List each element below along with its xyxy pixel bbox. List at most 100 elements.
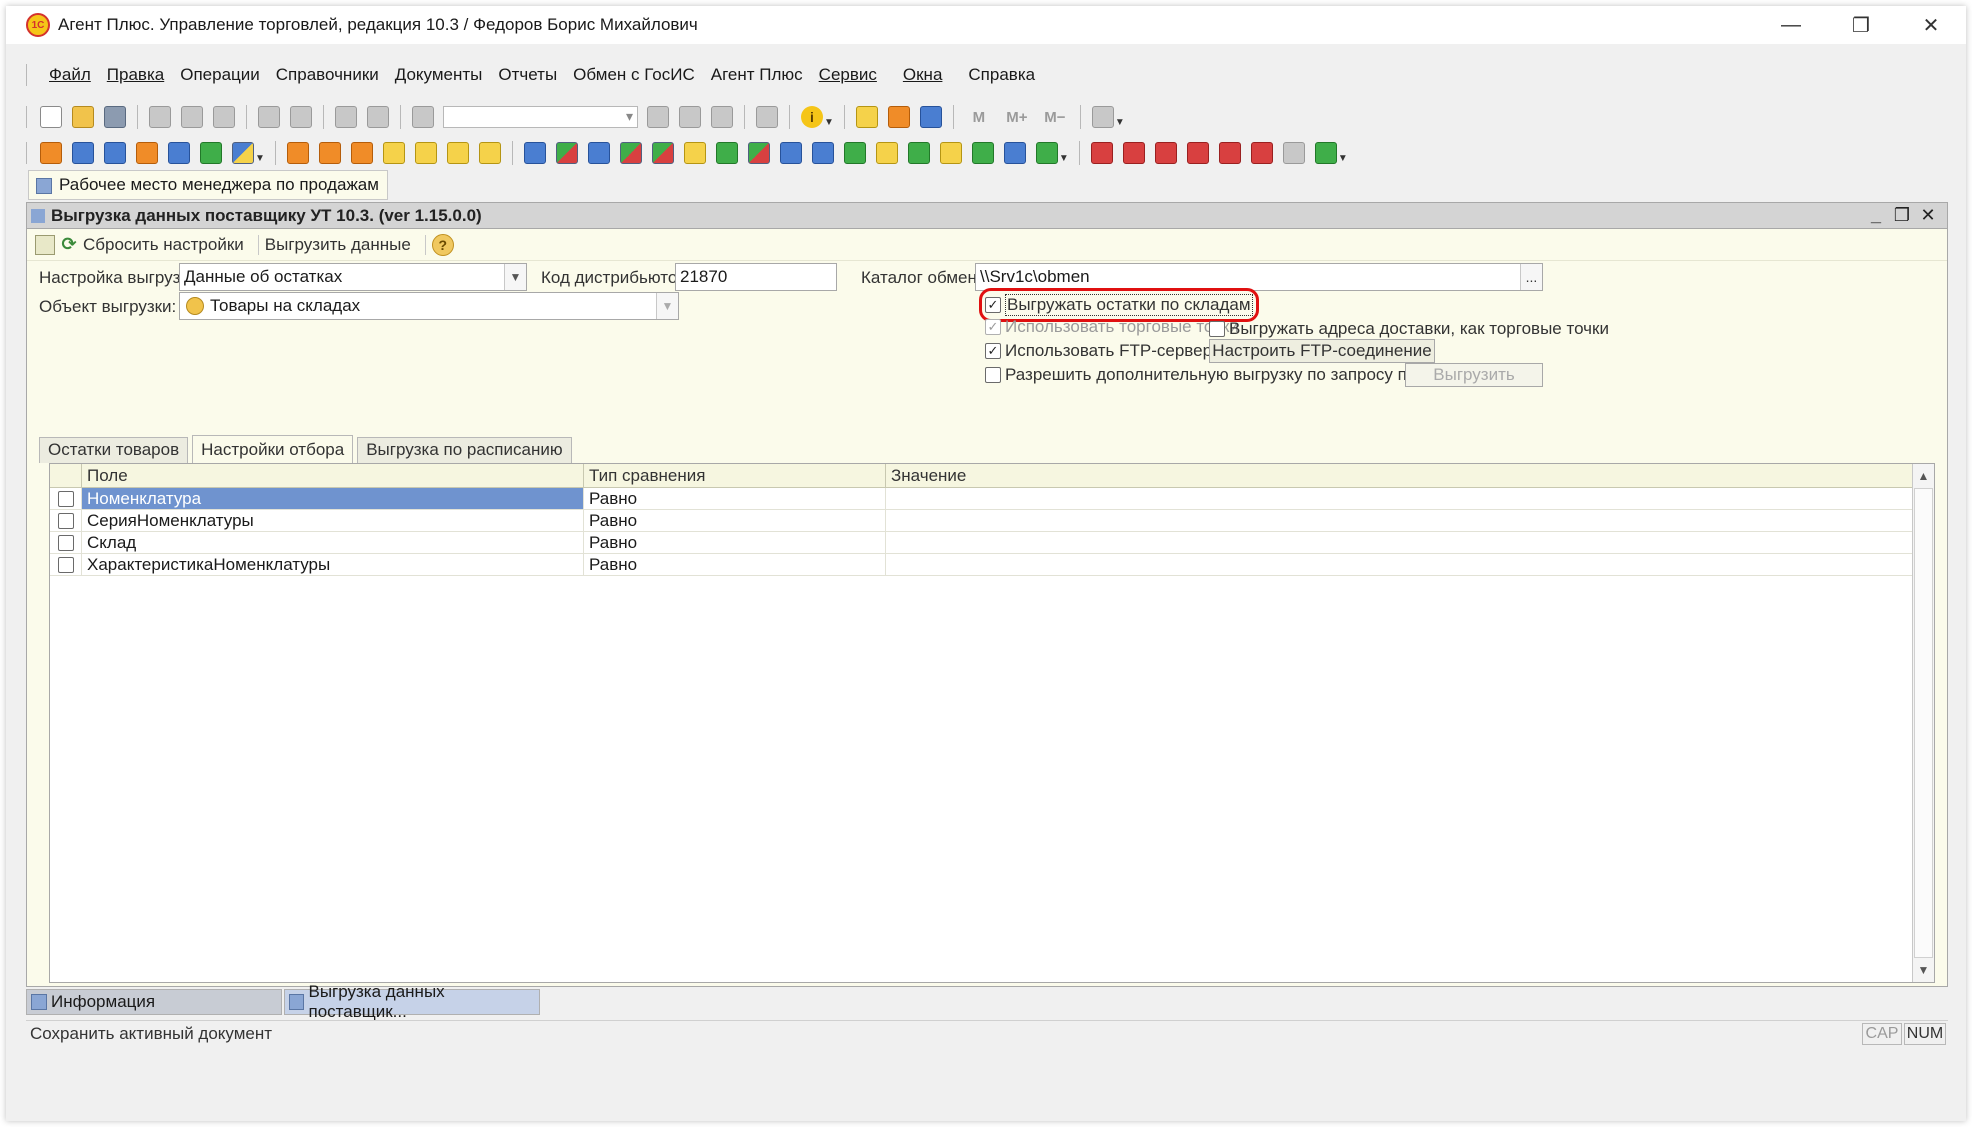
- menu-documents[interactable]: Документы: [387, 65, 491, 85]
- user-add-icon[interactable]: [318, 142, 341, 164]
- edit-icon[interactable]: [232, 142, 254, 164]
- menu-windows[interactable]: Окна: [895, 65, 951, 85]
- verify-icon[interactable]: [1314, 142, 1337, 164]
- return-icon[interactable]: [747, 142, 770, 164]
- print-icon[interactable]: [258, 106, 280, 128]
- info-dropdown-icon[interactable]: ▼: [824, 117, 834, 128]
- move-icon[interactable]: [619, 142, 642, 164]
- money-icon[interactable]: [478, 142, 501, 164]
- memory-m-icon[interactable]: M: [965, 106, 993, 128]
- table-row[interactable]: СерияНоменклатуры Равно: [50, 510, 1934, 532]
- window-tab-export[interactable]: Выгрузка данных поставщик...: [284, 982, 540, 1021]
- paste-icon[interactable]: [213, 106, 235, 128]
- memory-plus-icon[interactable]: M+: [1003, 106, 1031, 128]
- sum-table-icon[interactable]: [1218, 142, 1241, 164]
- export-button[interactable]: Выгрузить: [1405, 363, 1543, 387]
- register-icon[interactable]: [136, 142, 158, 164]
- delivery-addresses-checkbox[interactable]: Выгружать адреса доставки, как торговые …: [1209, 319, 1609, 339]
- report-dropdown-icon[interactable]: ▼: [1059, 153, 1069, 164]
- row-field[interactable]: Склад: [82, 532, 584, 553]
- scrollbar-thumb[interactable]: [1914, 488, 1933, 958]
- tab-stock-balances[interactable]: Остатки товаров: [39, 437, 189, 463]
- open-folder-icon[interactable]: [72, 106, 94, 128]
- use-ftp-checkbox[interactable]: ✓ Использовать FTP-сервер: [985, 341, 1212, 361]
- tab-filter-settings[interactable]: Настройки отбора: [192, 435, 354, 463]
- table-scrollbar[interactable]: ▲ ▼: [1912, 464, 1934, 982]
- coins-icon[interactable]: [382, 142, 405, 164]
- browse-button[interactable]: ...: [1520, 264, 1542, 290]
- percent-icon[interactable]: [971, 142, 994, 164]
- copy-icon[interactable]: [181, 106, 203, 128]
- verify-dropdown-icon[interactable]: ▼: [1338, 153, 1348, 164]
- menu-catalogs[interactable]: Справочники: [268, 65, 387, 85]
- exchange-icon[interactable]: [651, 142, 674, 164]
- header-comparison-type[interactable]: Тип сравнения: [584, 464, 886, 487]
- row-value[interactable]: [886, 488, 1914, 509]
- order-icon[interactable]: [523, 142, 546, 164]
- cash-icon[interactable]: [683, 142, 706, 164]
- report-icon[interactable]: [1035, 142, 1058, 164]
- client-icon[interactable]: [1003, 142, 1026, 164]
- sum-chart-icon[interactable]: [1186, 142, 1209, 164]
- distributor-code-input[interactable]: 21870: [675, 263, 837, 291]
- form-close-button[interactable]: ✕: [1915, 205, 1941, 226]
- menu-help[interactable]: Справка: [960, 65, 1043, 85]
- journal-icon[interactable]: [1282, 142, 1305, 164]
- row-checkbox[interactable]: [50, 488, 82, 509]
- store-icon[interactable]: [200, 142, 222, 164]
- header-field[interactable]: Поле: [82, 464, 584, 487]
- row-value[interactable]: [886, 510, 1914, 531]
- new-document-icon[interactable]: [40, 106, 62, 128]
- menu-gosis-exchange[interactable]: Обмен с ГосИС: [565, 65, 703, 85]
- row-field[interactable]: Номенклатура: [82, 488, 584, 509]
- find-previous-icon[interactable]: [711, 106, 733, 128]
- restore-button[interactable]: ❐: [1826, 6, 1896, 44]
- windows-icon[interactable]: [756, 106, 778, 128]
- tools-icon[interactable]: [1091, 106, 1114, 128]
- scroll-down-icon[interactable]: ▼: [1913, 958, 1934, 982]
- close-button[interactable]: ✕: [1896, 6, 1966, 44]
- search-icon[interactable]: [412, 106, 434, 128]
- calendar-icon[interactable]: [887, 106, 910, 128]
- ftp-setup-button[interactable]: Настроить FTP-соединение: [1209, 339, 1435, 363]
- toolbar-search-input[interactable]: [443, 106, 638, 128]
- redo-icon[interactable]: [367, 106, 389, 128]
- check-icon[interactable]: [907, 142, 930, 164]
- window-tab-information[interactable]: Информация: [26, 989, 282, 1015]
- transfer-icon[interactable]: [555, 142, 578, 164]
- payment-icon[interactable]: [939, 142, 962, 164]
- sales-report-icon[interactable]: [1154, 142, 1177, 164]
- info-icon[interactable]: i: [801, 106, 823, 128]
- export-settings-icon[interactable]: [35, 234, 55, 255]
- goods-list-icon[interactable]: [875, 142, 898, 164]
- cut-icon[interactable]: [149, 106, 171, 128]
- header-value[interactable]: Значение: [886, 464, 1914, 487]
- row-comparison[interactable]: Равно: [584, 554, 886, 575]
- form-minimize-button[interactable]: _: [1863, 205, 1889, 226]
- menu-file[interactable]: Файл: [41, 65, 99, 85]
- chevron-down-icon[interactable]: ▼: [504, 264, 526, 290]
- scroll-up-icon[interactable]: ▲: [1913, 464, 1934, 488]
- memory-minus-icon[interactable]: M−: [1041, 106, 1069, 128]
- setting-select[interactable]: Данные об остатках ▼: [179, 263, 527, 291]
- object-select[interactable]: Товары на складах ▼: [179, 292, 679, 320]
- row-checkbox[interactable]: [50, 510, 82, 531]
- row-value[interactable]: [886, 532, 1914, 553]
- receipt-icon[interactable]: [715, 142, 738, 164]
- sum-list-icon[interactable]: [1250, 142, 1273, 164]
- tools-dropdown-icon[interactable]: ▼: [1115, 117, 1125, 128]
- menu-agent-plus[interactable]: Агент Плюс: [703, 65, 811, 85]
- exchange-catalog-input[interactable]: \\Srv1c\obmen ...: [975, 263, 1543, 291]
- find-next-icon[interactable]: [679, 106, 701, 128]
- row-checkbox[interactable]: [50, 554, 82, 575]
- export-data-button[interactable]: Выгрузить данные: [265, 235, 411, 255]
- user-group-icon[interactable]: [286, 142, 309, 164]
- row-comparison[interactable]: Равно: [584, 532, 886, 553]
- invoice-icon[interactable]: [587, 142, 610, 164]
- catalog-icon[interactable]: [72, 142, 94, 164]
- clear-search-icon[interactable]: [647, 106, 669, 128]
- menu-operations[interactable]: Операции: [172, 65, 268, 85]
- export-by-warehouses-checkbox[interactable]: ✓ Выгружать остатки по складам: [979, 288, 1259, 322]
- table-row[interactable]: Номенклатура Равно: [50, 488, 1934, 510]
- help-icon[interactable]: ?: [431, 233, 454, 256]
